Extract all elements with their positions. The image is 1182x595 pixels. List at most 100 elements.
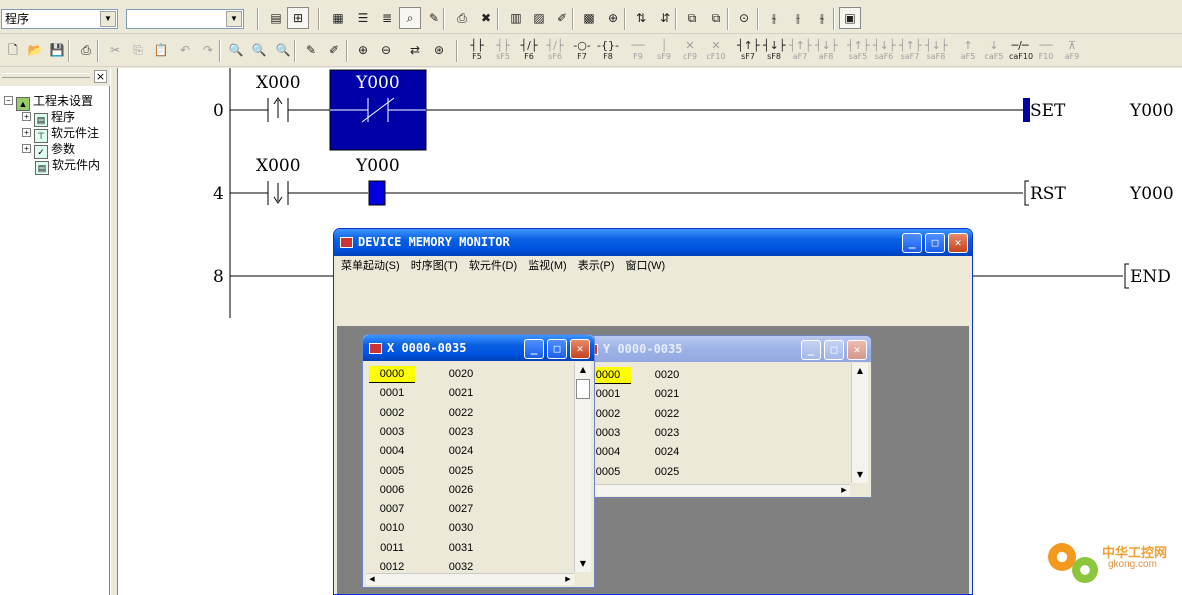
find-icon[interactable]: ⊙ — [733, 7, 755, 29]
memory-grid-icon[interactable]: ▩ — [578, 7, 600, 29]
contact-b-icon[interactable]: ⫲ — [787, 7, 809, 29]
scroll-right-icon[interactable]: ▶ — [838, 485, 850, 496]
maximize-button[interactable]: □ — [925, 233, 945, 253]
ladder-key-saf6-button[interactable]: ┤↓├ saF6 — [872, 37, 896, 63]
x-window-title-bar[interactable]: X 0000-0035 _ □ ✕ — [363, 335, 594, 361]
mode-combo[interactable]: 程序 ▼ — [1, 9, 118, 29]
scroll-left-icon[interactable]: ◀ — [366, 574, 378, 585]
multi-list-icon[interactable]: ≣ — [376, 7, 398, 29]
horizontal-scrollbar[interactable]: ◀ ▶ — [582, 484, 850, 496]
contact-c-icon[interactable]: ⫳ — [811, 7, 833, 29]
find-step-icon[interactable]: 🔍 — [272, 39, 294, 61]
ladder-key-sf9-button[interactable]: │ sF9 — [652, 37, 676, 63]
tree-item-parameter[interactable]: + ✓ 参数 — [22, 141, 75, 159]
close-button[interactable]: ✕ — [570, 339, 590, 359]
close-button[interactable]: ✕ — [948, 233, 968, 253]
ladder-key-f10-button[interactable]: ── F10 — [1034, 37, 1058, 63]
device-cell[interactable]: 0023 — [438, 424, 484, 441]
ladder-key-cf10-button[interactable]: ✕ cF10 — [704, 37, 728, 63]
monitor-title-bar[interactable]: DEVICE MEMORY MONITOR _ □ ✕ — [334, 229, 972, 256]
device-cell[interactable]: 0004 — [369, 443, 415, 460]
vertical-scrollbar[interactable]: ▲ ▼ — [574, 362, 591, 572]
instruction-label[interactable]: RST — [1030, 184, 1066, 204]
ladder-key-f7-button[interactable]: -○- F7 — [570, 37, 594, 63]
device-cell[interactable]: 0024 — [644, 444, 690, 461]
device-cell[interactable]: 0011 — [369, 540, 415, 557]
ladder-key-saf8-button[interactable]: ┤↓├ saF8 — [924, 37, 948, 63]
ladder-key-af8-button[interactable]: ┤↓├ aF8 — [814, 37, 838, 63]
device-cell[interactable]: 0002 — [369, 405, 415, 422]
contact-a-icon[interactable]: ⫳ — [763, 7, 785, 29]
device-cell[interactable]: 0005 — [369, 463, 415, 480]
window-b-icon[interactable]: ⧉ — [705, 7, 727, 29]
minimize-button[interactable]: _ — [524, 339, 544, 359]
device-cell[interactable]: 0026 — [438, 482, 484, 499]
chevron-down-icon[interactable]: ▼ — [226, 11, 242, 27]
device-cell[interactable]: 0024 — [438, 443, 484, 460]
device-cell[interactable]: 0003 — [369, 424, 415, 441]
step-back-icon[interactable]: ⇵ — [654, 7, 676, 29]
list-icon[interactable]: ☰ — [352, 7, 374, 29]
window-a-icon[interactable]: ⧉ — [681, 7, 703, 29]
tree-root[interactable]: − ▲ 工程未设置 — [4, 93, 93, 111]
scroll-right-icon[interactable]: ▶ — [562, 574, 574, 585]
menu-timing-chart[interactable]: 时序图(T) — [407, 256, 462, 276]
ladder-key-caf5-button[interactable]: ↓ caF5 — [982, 37, 1006, 63]
scroll-down-icon[interactable]: ▼ — [575, 556, 591, 572]
redo-icon[interactable]: ↷ — [197, 39, 219, 61]
menu-window[interactable]: 窗口(W) — [621, 256, 669, 276]
scroll-down-icon[interactable]: ▼ — [852, 467, 868, 483]
program-icon[interactable]: ▤ — [265, 7, 287, 29]
rising-edge-contact[interactable] — [267, 97, 289, 122]
menu-display[interactable]: 表示(P) — [574, 256, 619, 276]
step-icon[interactable]: ⇅ — [630, 7, 652, 29]
zoom-monitor-icon[interactable]: ⊕ — [602, 7, 624, 29]
device-cell[interactable]: 0007 — [369, 501, 415, 518]
ladder-key-sf8-button[interactable]: ┤↓├ sF8 — [762, 37, 786, 63]
device-cell[interactable]: 0020 — [438, 366, 484, 383]
tree-item-program[interactable]: + ▤ 程序 — [22, 109, 75, 127]
scroll-up-icon[interactable]: ▲ — [852, 363, 868, 379]
comment-icon[interactable]: ✎ — [300, 39, 322, 61]
maximize-button[interactable]: □ — [824, 340, 844, 360]
ladder-key-f9-button[interactable]: ── F9 — [626, 37, 650, 63]
read-plc-icon[interactable]: ⎙ — [451, 7, 473, 29]
close-button[interactable]: ✕ — [847, 340, 867, 360]
device-cell[interactable]: 0010 — [369, 520, 415, 537]
monitor-icon[interactable]: ▦ — [327, 7, 349, 29]
vertical-scrollbar[interactable]: ▲ ▼ — [851, 363, 868, 483]
tree-item-device-comment[interactable]: + ⊤ 软元件注 — [22, 125, 99, 143]
tree-view-icon[interactable]: ⊞ — [287, 7, 309, 29]
window-mode-icon[interactable]: ▣ — [839, 7, 861, 29]
ladder-key-f8-button[interactable]: -{}- F8 — [596, 37, 620, 63]
device-cell[interactable]: 0000 — [369, 366, 415, 383]
operand-label[interactable]: Y000 — [1129, 101, 1174, 121]
collapse-icon[interactable]: − — [4, 96, 13, 105]
write-icon[interactable]: ✎ — [423, 7, 445, 29]
device-cell[interactable]: 0001 — [369, 385, 415, 402]
device-search-icon[interactable]: ⌕ — [399, 7, 421, 29]
cut-icon[interactable]: ✂ — [104, 39, 126, 61]
ladder-key-sf6-button[interactable]: ┤/├ sF6 — [543, 37, 567, 63]
ladder-key-sf7-button[interactable]: ┤↑├ sF7 — [736, 37, 760, 63]
drag-grip[interactable] — [2, 73, 90, 78]
open-file-icon[interactable]: 📂 — [24, 39, 46, 61]
convert-icon[interactable]: ⇄ — [404, 39, 426, 61]
tree-item-device-memory[interactable]: ▤ 软元件内 — [35, 157, 100, 175]
new-file-icon[interactable]: 🗋 — [2, 39, 24, 61]
device-cell[interactable]: 0006 — [369, 482, 415, 499]
pane-splitter[interactable] — [110, 68, 118, 595]
paste-icon[interactable]: 📋 — [150, 39, 172, 61]
ladder-key-f5-button[interactable]: ┤├ F5 — [465, 37, 489, 63]
comment-edit-icon[interactable]: ✐ — [323, 39, 345, 61]
undo-icon[interactable]: ↶ — [174, 39, 196, 61]
zoom-out-icon[interactable]: ⊖ — [375, 39, 397, 61]
ladder-key-af5-button[interactable]: ↑ aF5 — [956, 37, 980, 63]
ladder-key-saf5-button[interactable]: ┤↑├ saF5 — [846, 37, 870, 63]
expand-icon[interactable]: + — [22, 144, 31, 153]
device-cell[interactable]: 0031 — [438, 540, 484, 557]
stop-icon[interactable]: ✖ — [475, 7, 497, 29]
device-cell[interactable]: 0023 — [644, 425, 690, 442]
scroll-up-icon[interactable]: ▲ — [575, 362, 591, 378]
ladder-key-af9-button[interactable]: ⊼ aF9 — [1060, 37, 1084, 63]
